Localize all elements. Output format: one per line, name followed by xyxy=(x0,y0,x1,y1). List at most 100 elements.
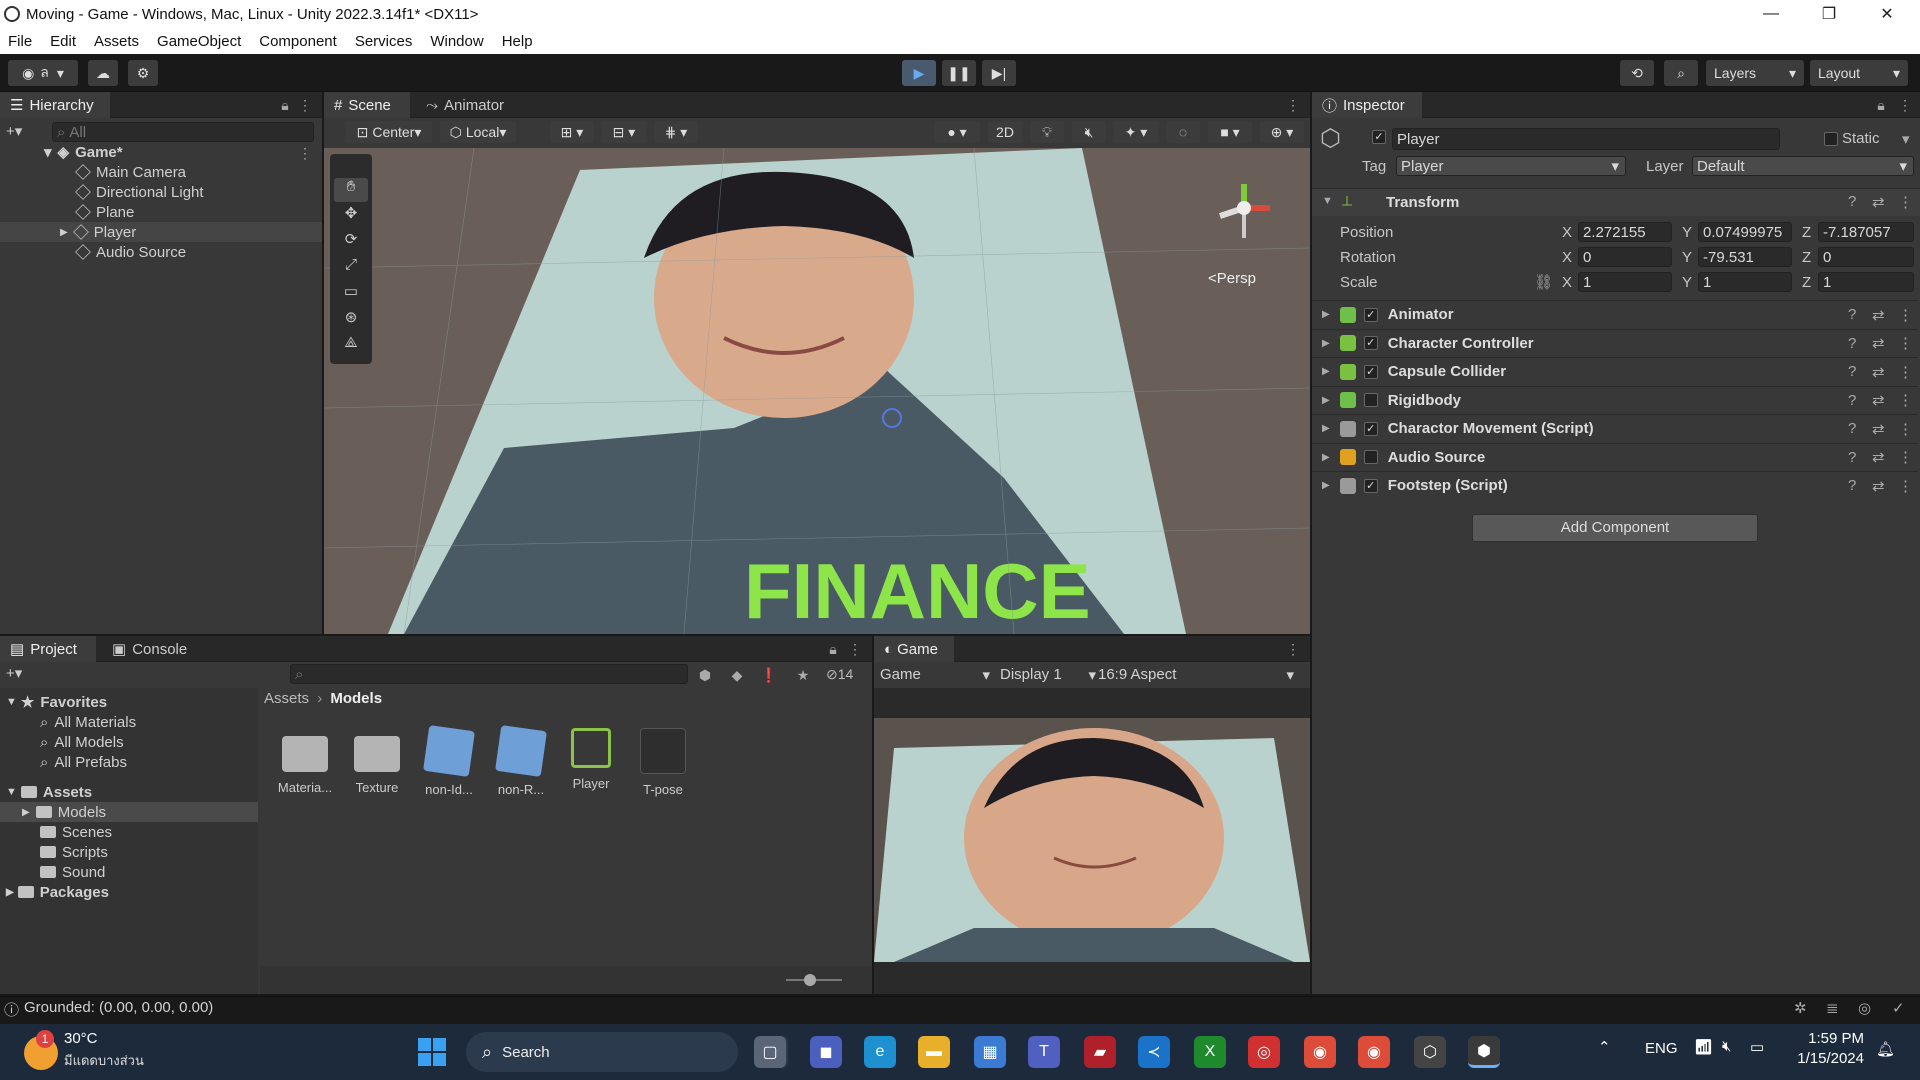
link-icon[interactable]: ⛓︎ xyxy=(1534,273,1553,291)
component-row[interactable]: ▶ ✓ Capsule Collider? ⇄ ⋮ xyxy=(1312,357,1918,385)
menu-services[interactable]: Services xyxy=(355,33,413,50)
unity-hub-icon[interactable]: ⬡ xyxy=(1414,1036,1446,1068)
edge-browser-icon[interactable]: e xyxy=(864,1036,896,1068)
restore-icon[interactable]: ❐ xyxy=(1800,0,1858,28)
asset-item-model[interactable]: non-Id... xyxy=(416,725,482,818)
move-tool-icon[interactable]: ✥ xyxy=(334,204,368,228)
gizmos-button[interactable]: ⊕ ▾ xyxy=(1260,121,1304,143)
help-icon[interactable]: ? xyxy=(1848,363,1856,380)
perspective-label[interactable]: <Persp xyxy=(1208,270,1256,287)
menu-file[interactable]: File xyxy=(8,33,32,50)
rotation-z-field[interactable]: 0 xyxy=(1818,247,1914,267)
zoom-slider-thumb[interactable] xyxy=(804,974,816,986)
list-item[interactable]: ⌕ All Prefabs xyxy=(40,752,127,772)
help-icon[interactable]: ? xyxy=(1848,449,1856,466)
tab-console[interactable]: ▣ Console xyxy=(102,636,202,662)
minimize-icon[interactable]: — xyxy=(1742,0,1800,28)
battery-icon[interactable]: ▭ xyxy=(1750,1038,1764,1056)
component-row[interactable]: ▶ ✓ Character Controller? ⇄ ⋮ xyxy=(1312,328,1918,357)
tab-inspector[interactable]: ⓘ Inspector xyxy=(1312,92,1422,118)
list-item-models[interactable]: ▶ Models xyxy=(22,802,106,822)
status-message[interactable]: Grounded: (0.00, 0.00, 0.00) xyxy=(24,999,213,1016)
assets-header[interactable]: ▼ Assets xyxy=(6,782,92,802)
component-enabled-checkbox[interactable]: ✓ xyxy=(1363,421,1378,436)
clock-date[interactable]: 1/15/2024 xyxy=(1792,1050,1864,1067)
taskview-icon[interactable]: ▢ xyxy=(754,1036,786,1068)
list-item-player[interactable]: ▶ Player xyxy=(60,222,136,242)
hand-tool-icon[interactable]: ✋︎ xyxy=(334,178,368,202)
static-checkbox[interactable] xyxy=(1824,132,1838,146)
hidden-objects-toggle[interactable]: ◌ xyxy=(1166,121,1200,143)
scene-root[interactable]: ▾ ◈ Game* xyxy=(44,142,123,162)
kebab-menu-icon[interactable]: ⋮ xyxy=(1898,391,1913,409)
menu-assets[interactable]: Assets xyxy=(94,33,139,50)
cloud-button[interactable]: ☁ xyxy=(88,60,118,86)
transform-header[interactable]: ▼ ⟂ Transform ? ⇄ ⋮ xyxy=(1312,188,1920,216)
kebab-menu-icon[interactable]: ⋮ xyxy=(1898,334,1913,352)
menu-edit[interactable]: Edit xyxy=(50,33,76,50)
game-mode-dropdown[interactable]: Game ▾ xyxy=(880,666,990,684)
kebab-menu-icon[interactable]: ⋮ xyxy=(296,96,314,114)
add-object-button[interactable]: +▾ xyxy=(6,122,36,142)
transform-tool-icon[interactable]: ⊛ xyxy=(334,308,368,332)
language-indicator[interactable]: ENG xyxy=(1645,1040,1678,1057)
check-icon[interactable]: ✓ xyxy=(1892,999,1905,1017)
menu-gameobject[interactable]: GameObject xyxy=(157,33,241,50)
layer-dropdown[interactable]: Default ▾ xyxy=(1692,156,1914,176)
scale-tool-icon[interactable]: ⤢ xyxy=(334,256,368,280)
tab-project[interactable]: ▤ Project xyxy=(0,636,96,662)
vscode-icon[interactable]: ≺ xyxy=(1138,1036,1170,1068)
hidden-count[interactable]: ⊘14 xyxy=(826,666,853,683)
component-enabled-checkbox[interactable]: ✓ xyxy=(1363,336,1378,350)
kebab-menu-icon[interactable]: ⋮ xyxy=(1284,640,1302,658)
star-icon[interactable]: ★ xyxy=(794,666,812,684)
help-icon[interactable]: ? xyxy=(1848,477,1856,494)
app-red-icon[interactable]: ▰ xyxy=(1084,1036,1116,1068)
kebab-menu-icon[interactable]: ⋮ xyxy=(1284,96,1302,114)
kebab-menu-icon[interactable]: ⋮ xyxy=(1898,448,1913,466)
component-enabled-checkbox[interactable]: ✓ xyxy=(1363,478,1378,493)
grid-visibility-button[interactable]: ⊟ ▾ xyxy=(602,121,646,143)
component-row[interactable]: ▶ ✓ Charactor Movement (Script)? ⇄ ⋮ xyxy=(1312,414,1918,442)
windows-start-icon[interactable] xyxy=(418,1038,446,1066)
chrome-icon[interactable]: ◉ xyxy=(1304,1036,1336,1068)
kebab-menu-icon[interactable]: ⋮ xyxy=(1898,363,1913,381)
tab-game[interactable]: ◐ Game xyxy=(874,636,954,662)
debug-icon[interactable]: ✲ xyxy=(1794,999,1807,1017)
component-row[interactable]: ▶ Rigidbody? ⇄ ⋮ xyxy=(1312,385,1918,414)
teams-meet-icon[interactable]: ◼ xyxy=(810,1036,842,1068)
kebab-menu-icon[interactable]: ⋮ xyxy=(1898,193,1913,211)
list-item[interactable]: Scripts xyxy=(40,842,108,862)
list-item[interactable]: ⌕ All Materials xyxy=(40,712,136,732)
lock-icon[interactable]: 🔒︎ xyxy=(276,96,294,114)
chevron-up-icon[interactable]: ⌃ xyxy=(1598,1038,1611,1056)
asset-item-texture[interactable]: Texture xyxy=(344,728,410,818)
file-explorer-icon[interactable]: ▬ xyxy=(918,1036,950,1068)
search-button[interactable]: ⌕ xyxy=(1664,60,1698,86)
preset-icon[interactable]: ⇄ xyxy=(1872,477,1885,495)
component-enabled-checkbox[interactable] xyxy=(1363,393,1378,407)
lock-icon[interactable]: 🔒︎ xyxy=(1872,96,1890,114)
help-icon[interactable]: ? xyxy=(1848,335,1856,352)
toggle-2d-button[interactable]: 2D xyxy=(988,121,1022,143)
custom-tool-icon[interactable]: ⟁ xyxy=(334,334,368,358)
kebab-menu-icon[interactable]: ⋮ xyxy=(1896,96,1914,114)
kebab-menu-icon[interactable]: ⋮ xyxy=(1898,306,1913,324)
lighting-toggle[interactable]: 💡︎ xyxy=(1030,121,1064,143)
pivot-dropdown[interactable]: ⊡ Center ▾ xyxy=(346,121,432,143)
component-enabled-checkbox[interactable]: ✓ xyxy=(1363,307,1378,322)
scene-kebab-icon[interactable]: ⋮ xyxy=(296,144,314,162)
tab-animator[interactable]: ⤳ Animator xyxy=(416,92,526,118)
asset-item-model[interactable]: non-R... xyxy=(488,725,554,818)
weather-temp[interactable]: 30°C xyxy=(64,1030,98,1047)
filter-label-icon[interactable]: ◆ xyxy=(728,666,746,684)
rotation-y-field[interactable]: -79.531 xyxy=(1698,247,1792,267)
favorites-header[interactable]: ▼ ★ Favorites xyxy=(6,692,107,712)
breadcrumb-assets[interactable]: Assets xyxy=(264,690,309,707)
preset-icon[interactable]: ⇄ xyxy=(1872,193,1885,211)
menu-help[interactable]: Help xyxy=(502,33,533,50)
component-row[interactable]: ▶ ✓ Footstep (Script)? ⇄ ⋮ xyxy=(1312,471,1918,499)
preset-icon[interactable]: ⇄ xyxy=(1872,306,1885,324)
pause-button[interactable]: ❚❚ xyxy=(942,60,976,86)
account-dropdown[interactable]: ◉ ล ▾ xyxy=(8,60,78,86)
